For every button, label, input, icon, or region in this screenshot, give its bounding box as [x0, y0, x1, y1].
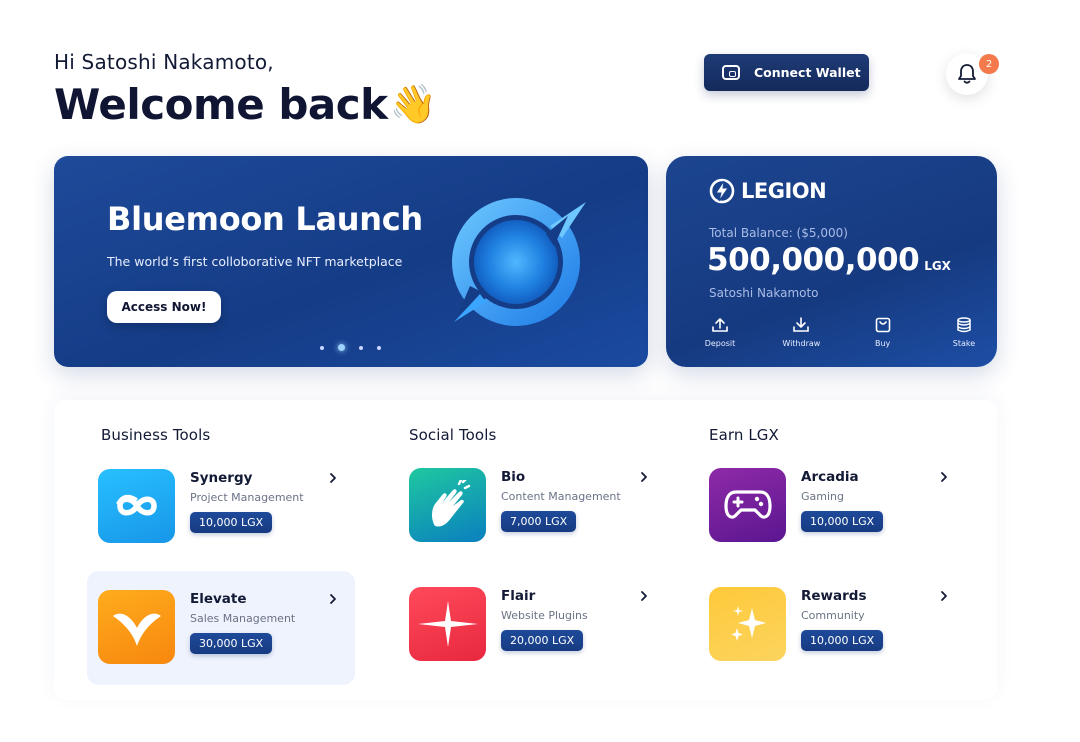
tool-price-badge: 10,000 LGX	[801, 511, 884, 532]
tool-category: Project Management	[190, 491, 304, 504]
tool-name: Synergy	[190, 470, 253, 486]
tool-category: Website Plugins	[501, 609, 588, 622]
hero-subtitle: The world’s first colloborative NFT mark…	[107, 254, 403, 269]
balance-unit: LGX	[924, 259, 951, 273]
section-title-earn-lgx: Earn LGX	[709, 426, 779, 444]
deposit-button[interactable]: Deposit	[692, 316, 748, 348]
deposit-label: Deposit	[704, 339, 736, 348]
hero-banner: Bluemoon Launch The world’s first collob…	[54, 156, 648, 367]
upload-icon	[712, 318, 728, 332]
tool-name: Arcadia	[801, 469, 859, 485]
notification-badge: 2	[979, 54, 999, 74]
tool-card-arcadia[interactable]: Arcadia Gaming 10,000 LGX	[698, 449, 966, 563]
dashboard-page: Hi Satoshi Nakamoto, Welcome back 👋 Conn…	[0, 0, 1080, 742]
greeting-text: Hi Satoshi Nakamoto,	[54, 50, 274, 74]
chevron-right-icon	[941, 591, 947, 601]
tool-category: Gaming	[801, 490, 844, 503]
hero-title: Bluemoon Launch	[107, 200, 423, 238]
carousel-dot[interactable]	[359, 345, 363, 350]
gamepad-icon	[709, 468, 786, 542]
wallet-card: LEGION Total Balance: ($5,000) 500,000,0…	[666, 156, 997, 367]
infinity-icon	[98, 469, 175, 543]
tool-card-flair[interactable]: Flair Website Plugins 20,000 LGX	[398, 568, 666, 682]
tool-card-elevate[interactable]: Elevate Sales Management 30,000 LGX	[87, 571, 355, 685]
connect-wallet-button[interactable]: Connect Wallet	[704, 54, 869, 91]
coin-stack-icon	[957, 317, 971, 333]
tool-name: Flair	[501, 588, 536, 604]
tool-name: Bio	[501, 469, 526, 485]
withdraw-label: Withdraw	[782, 339, 821, 348]
tool-name: Elevate	[190, 591, 247, 607]
tool-price-badge: 7,000 LGX	[501, 511, 577, 532]
buy-button[interactable]: Buy	[855, 316, 911, 348]
bluemoon-logo-icon	[452, 198, 586, 326]
access-now-button[interactable]: Access Now!	[107, 291, 221, 323]
balance-label: Total Balance: ($5,000)	[709, 226, 848, 240]
welcome-text: Welcome back	[54, 80, 388, 129]
balance-value: 500,000,000 LGX	[707, 242, 951, 278]
legion-brand-name: LEGION	[741, 179, 827, 203]
section-title-social-tools: Social Tools	[409, 426, 497, 444]
sparkles-icon	[709, 587, 786, 661]
buy-label: Buy	[875, 339, 891, 348]
wallet-icon	[722, 65, 740, 80]
section-title-business-tools: Business Tools	[101, 426, 211, 444]
chevron-right-icon	[330, 594, 336, 604]
tool-category: Content Management	[501, 490, 621, 503]
page-title: Welcome back 👋	[54, 80, 437, 129]
tool-category: Community	[801, 609, 865, 622]
sparkle-star-icon	[409, 587, 486, 661]
tool-price-badge: 10,000 LGX	[801, 630, 884, 651]
chevron-right-icon	[941, 472, 947, 482]
tool-card-bio[interactable]: Bio Content Management 7,000 LGX	[398, 449, 666, 563]
bell-icon	[958, 64, 976, 84]
carousel-dot[interactable]	[320, 345, 324, 350]
tool-card-rewards[interactable]: Rewards Community 10,000 LGX	[698, 568, 966, 682]
carousel-dot-active[interactable]	[338, 344, 345, 351]
balance-amount: 500,000,000	[707, 242, 920, 278]
stake-button[interactable]: Stake	[936, 316, 992, 348]
chevron-right-icon	[641, 472, 647, 482]
tool-price-badge: 10,000 LGX	[190, 512, 273, 533]
withdraw-button[interactable]: Withdraw	[773, 316, 829, 348]
chevron-right-icon	[641, 591, 647, 601]
legion-logo-icon	[709, 178, 735, 204]
waving-hand-icon: 👋	[389, 82, 437, 126]
wings-icon	[98, 590, 175, 664]
tool-price-badge: 20,000 LGX	[501, 630, 584, 651]
tool-price-badge: 30,000 LGX	[190, 633, 273, 654]
tools-panel: Business Tools Social Tools Earn LGX Syn…	[54, 400, 997, 700]
download-icon	[793, 317, 810, 332]
tool-name: Rewards	[801, 588, 867, 604]
carousel-dot[interactable]	[377, 345, 381, 350]
tool-category: Sales Management	[190, 612, 296, 625]
chevron-right-icon	[330, 473, 336, 483]
stake-label: Stake	[952, 339, 976, 348]
wallet-owner: Satoshi Nakamoto	[709, 286, 819, 300]
carousel-dots	[320, 344, 381, 351]
snap-hand-icon	[409, 468, 486, 542]
tool-card-synergy[interactable]: Synergy Project Management 10,000 LGX	[87, 450, 355, 564]
legion-brand: LEGION	[709, 178, 827, 204]
connect-wallet-label: Connect Wallet	[754, 65, 861, 80]
shopping-bag-icon	[875, 317, 890, 333]
wallet-actions: Deposit Withdraw Buy Stake	[692, 316, 992, 348]
